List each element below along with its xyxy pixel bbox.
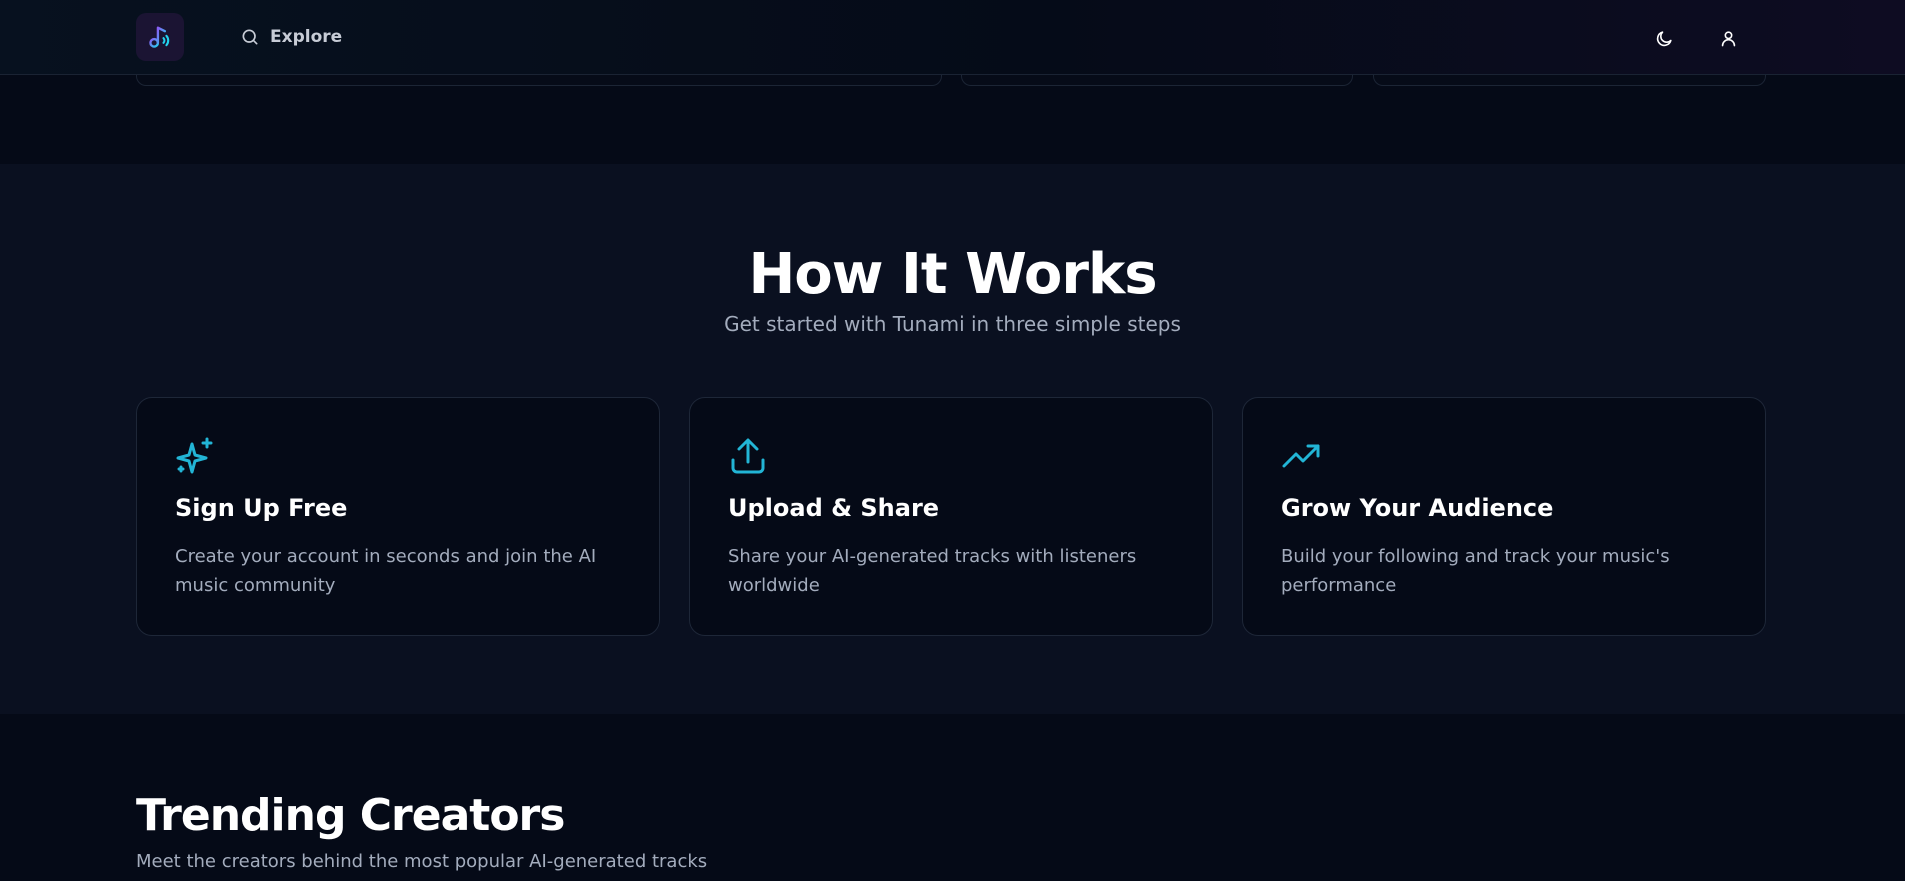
page: Explore How It Works Get started with Tu… bbox=[0, 0, 1905, 881]
trending-up-icon bbox=[1282, 444, 1320, 468]
step-description: Build your following and track your musi… bbox=[1281, 546, 1670, 596]
app-logo[interactable] bbox=[136, 13, 184, 61]
step-title: Sign Up Free bbox=[175, 494, 348, 522]
top-navigation-bar: Explore bbox=[0, 0, 1905, 75]
upload-icon bbox=[731, 438, 765, 474]
sparkles-icon bbox=[176, 437, 213, 474]
step-card-sign-up: Sign Up Free Create your account in seco… bbox=[136, 397, 660, 636]
user-icon bbox=[1721, 30, 1735, 46]
step-title: Grow Your Audience bbox=[1281, 494, 1554, 522]
step-card-grow-audience: Grow Your Audience Build your following … bbox=[1242, 397, 1766, 636]
search-icon bbox=[242, 29, 258, 45]
trending-creators-title: Trending Creators bbox=[136, 790, 565, 841]
moon-icon bbox=[1656, 30, 1672, 46]
step-description: Share your AI-generated tracks with list… bbox=[728, 546, 1137, 596]
step-description: Create your account in seconds and join … bbox=[175, 546, 597, 596]
section-title: How It Works bbox=[748, 242, 1157, 307]
section-subtitle: Get started with Tunami in three simple … bbox=[724, 312, 1181, 336]
music-note-icon bbox=[149, 26, 170, 48]
how-it-works-section: How It Works Get started with Tunami in … bbox=[0, 164, 1905, 714]
user-profile-button[interactable] bbox=[1712, 22, 1744, 54]
step-card-upload: Upload & Share Share your AI-generated t… bbox=[689, 397, 1213, 636]
explore-label: Explore bbox=[270, 27, 343, 47]
step-title: Upload & Share bbox=[728, 494, 940, 522]
explore-link[interactable]: Explore bbox=[240, 24, 342, 50]
trending-creators-subtitle: Meet the creators behind the most popula… bbox=[136, 851, 708, 872]
theme-toggle-button[interactable] bbox=[1648, 22, 1680, 54]
